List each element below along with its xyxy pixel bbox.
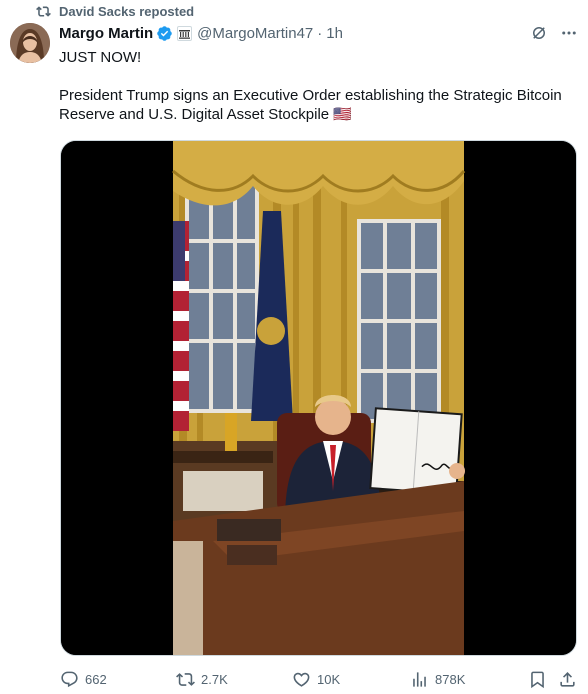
retweet-icon (176, 672, 195, 686)
retweet-icon (36, 5, 51, 17)
separator-dot: · (317, 24, 323, 42)
tweet-line-3-text: Reserve and U.S. Digital Asset Stockpile (59, 106, 330, 123)
reply-button[interactable]: 662 (60, 670, 107, 689)
affiliate-badge-icon[interactable] (177, 25, 193, 41)
repost-count: 2.7K (201, 671, 228, 687)
avatar[interactable] (10, 23, 50, 63)
views-icon (413, 671, 426, 687)
views-button[interactable]: 878K (410, 670, 465, 689)
grok-icon[interactable] (530, 24, 548, 42)
bookmark-button[interactable] (528, 670, 547, 689)
reply-icon (61, 671, 78, 687)
share-icon (560, 671, 575, 687)
verified-icon (157, 25, 172, 41)
share-button[interactable] (558, 670, 577, 689)
like-count: 10K (317, 671, 341, 687)
repost-label: David Sacks reposted (59, 3, 195, 19)
reply-count: 662 (85, 671, 107, 687)
video-frame (61, 141, 576, 655)
author-name[interactable]: Margo Martin (59, 25, 153, 42)
tweet-timestamp[interactable]: 1h (326, 25, 343, 42)
views-count: 878K (435, 671, 466, 687)
tweet-line-1: JUST NOW! (59, 49, 142, 66)
tweet-text: JUST NOW! President Trump signs an Execu… (59, 48, 579, 124)
like-button[interactable]: 10K (292, 670, 340, 689)
like-icon (293, 672, 310, 687)
us-flag-emoji: 🇺🇸 (333, 106, 352, 123)
tweet-line-3: Reserve and U.S. Digital Asset Stockpile… (59, 105, 579, 124)
repost-button[interactable]: 2.7K (176, 670, 228, 689)
repost-indicator[interactable]: David Sacks reposted (36, 2, 194, 20)
tweet-video[interactable] (60, 140, 577, 656)
tweet-header: Margo Martin @MargoMartin47 · 1h (59, 23, 578, 43)
author-handle[interactable]: @MargoMartin47 (197, 25, 313, 42)
bookmark-icon (531, 671, 544, 688)
more-icon[interactable] (560, 24, 578, 42)
tweet-actions: 662 2.7K 10K 878K (60, 664, 577, 694)
tweet-line-2: President Trump signs an Executive Order… (59, 87, 562, 104)
